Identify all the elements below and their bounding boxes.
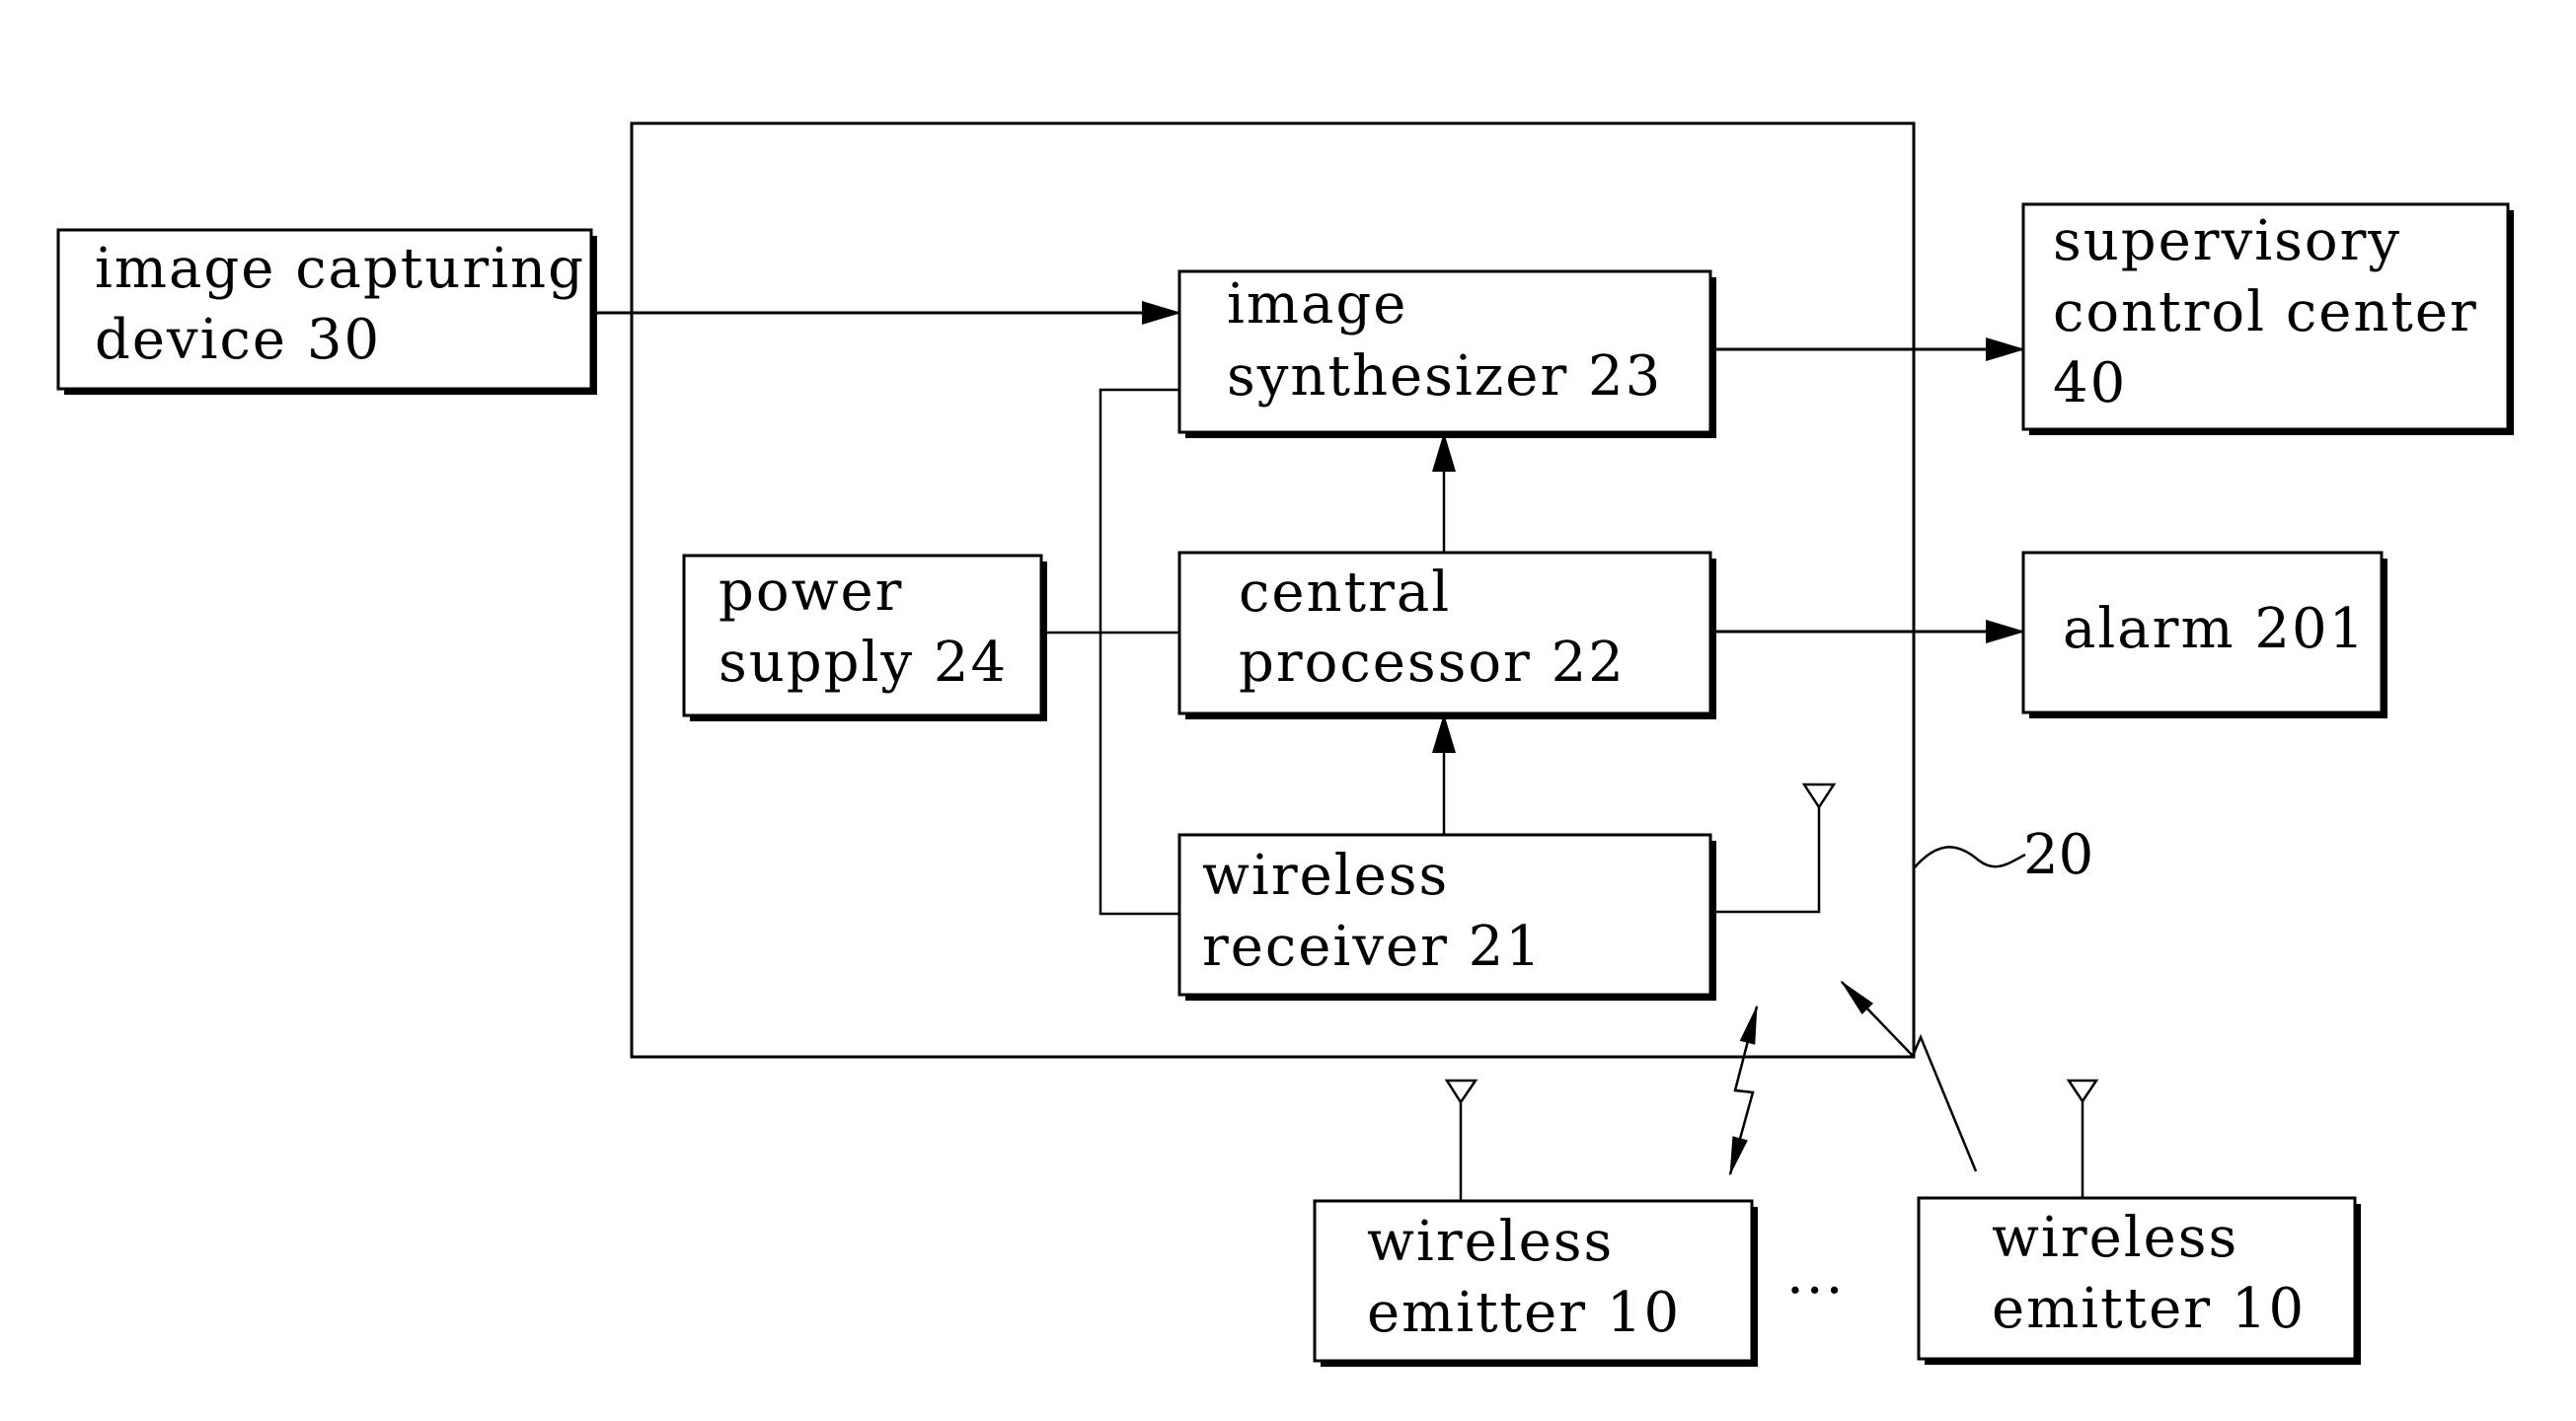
image-synthesizer-line-2: synthesizer 23	[1227, 344, 1662, 409]
wireless-emitter-block-1: wireless emitter 10	[1313, 1199, 1758, 1367]
wireless-emitter-2-line-1: wireless	[1992, 1206, 2238, 1270]
central-processor-line-1: central	[1239, 561, 1451, 625]
wireless-emitter-1-line-2: emitter 10	[1367, 1281, 1681, 1345]
image-capturing-device-block: image capturing device 30	[56, 228, 597, 395]
power-bus-line	[1099, 388, 1179, 916]
wireless-receiver-line-2: receiver 21	[1202, 915, 1543, 979]
power-supply-line-2: supply 24	[719, 631, 1008, 695]
image-synthesizer-line-1: image	[1227, 272, 1407, 337]
wireless-emitter-block-2: wireless emitter 10	[1917, 1196, 2361, 1365]
wireless-link-bidirectional	[1728, 1005, 1759, 1176]
wireless-emitter-2-line-2: emitter 10	[1992, 1277, 2306, 1341]
wireless-link-oneway	[1840, 980, 1978, 1172]
supervisory-line-1: supervisory	[2053, 209, 2401, 273]
emitter-ellipsis: ...	[1786, 1242, 1845, 1307]
supervisory-line-2: control center	[2053, 280, 2478, 344]
supervisory-control-center-block: supervisory control center 40	[2021, 202, 2514, 435]
supervisory-line-3: 40	[2053, 351, 2127, 415]
block-diagram: 20 image capturing device 30 image synth…	[56, 121, 2514, 1367]
system-ref-leader	[1913, 846, 2026, 869]
central-processor-block: central processor 22	[1177, 551, 1716, 719]
receiver-antenna-icon	[1710, 783, 1837, 914]
central-processor-line-2: processor 22	[1239, 631, 1626, 695]
image-capturing-device-line-2: device 30	[95, 308, 381, 372]
wireless-receiver-line-1: wireless	[1202, 844, 1449, 908]
image-capturing-device-line-1: image capturing	[95, 237, 585, 301]
emitter-1-antenna-icon	[1444, 1079, 1478, 1201]
system-ref-label: 20	[2023, 823, 2093, 887]
wireless-receiver-block: wireless receiver 21	[1177, 833, 1716, 1001]
wireless-emitter-1-line-1: wireless	[1367, 1210, 1614, 1274]
power-supply-line-1: power	[719, 560, 903, 624]
alarm-label: alarm 201	[2063, 597, 2366, 661]
emitter-2-antenna-icon	[2066, 1079, 2099, 1198]
power-supply-block: power supply 24	[682, 554, 1047, 721]
alarm-block: alarm 201	[2021, 551, 2387, 718]
image-synthesizer-block: image synthesizer 23	[1177, 269, 1716, 438]
